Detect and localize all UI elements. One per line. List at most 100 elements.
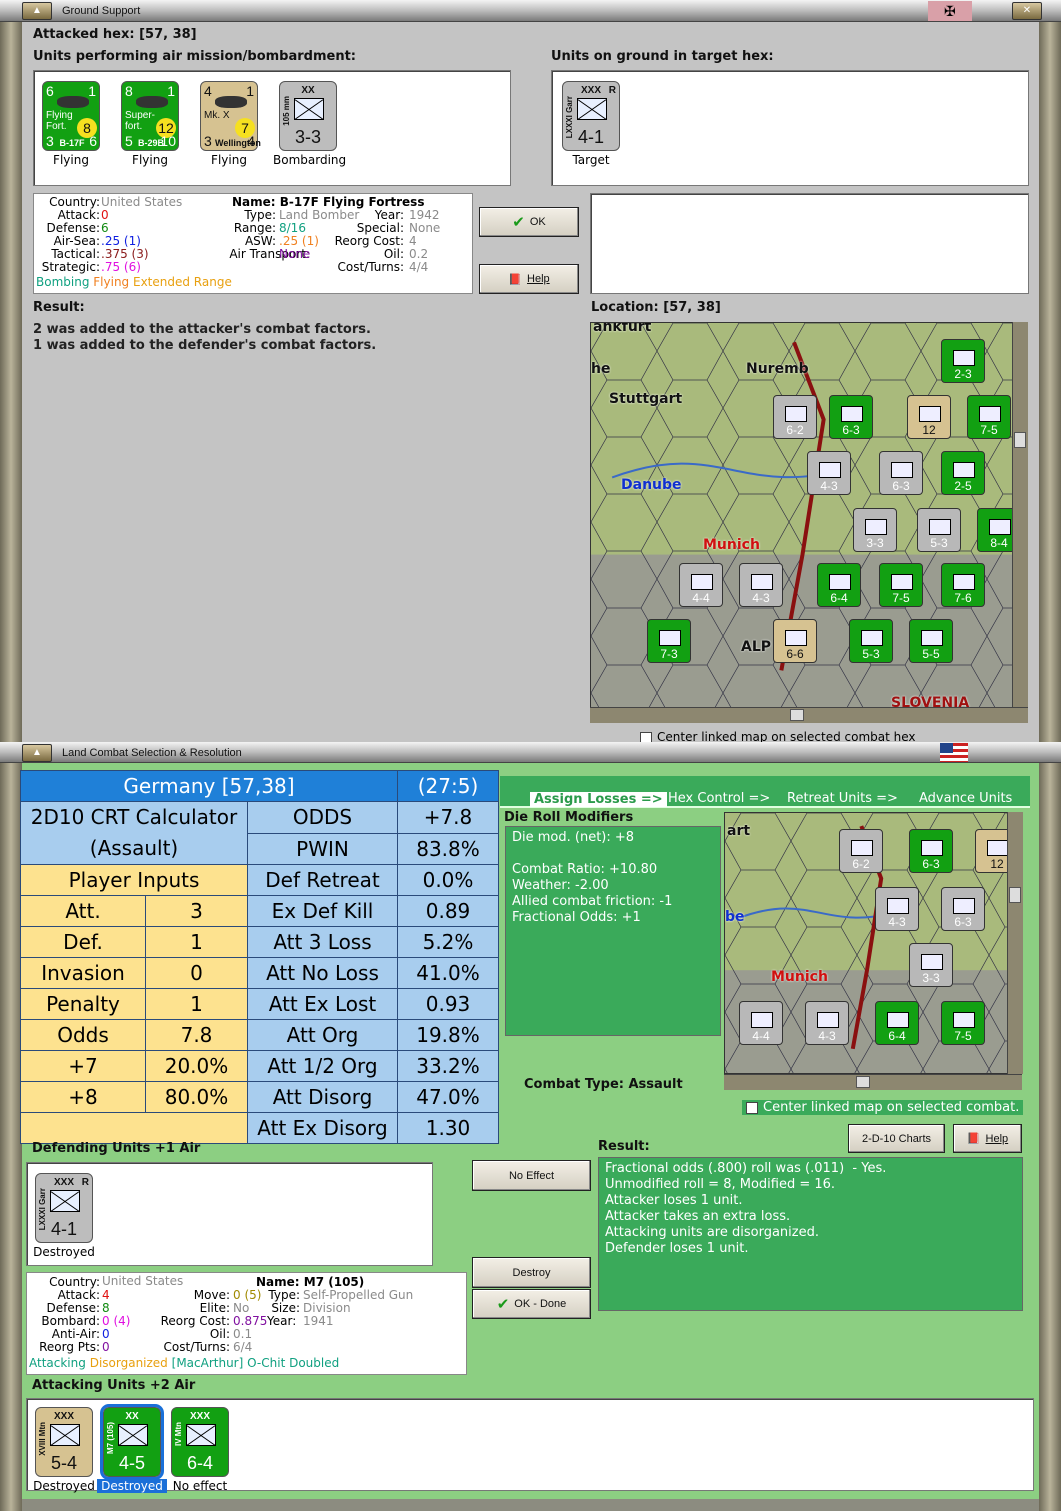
map-unit-counter[interactable]: 4-3 <box>875 887 919 931</box>
unit-counter[interactable]: XX M7 (105) 4-5 <box>100 1404 164 1480</box>
map-unit-counter[interactable]: 6-3 <box>909 829 953 873</box>
air-units-label: Units performing air mission/bombardment… <box>33 49 357 64</box>
land-combat-titlebar[interactable]: ▲ Land Combat Selection & Resolution <box>0 742 1061 763</box>
tab-advance-units[interactable]: Advance Units <box>919 791 1012 806</box>
crt-calculator: Germany [57,38] (27:5) 2D10 CRT Calculato… <box>20 770 499 1144</box>
result-text: 2 was added to the attacker's combat fac… <box>33 322 377 353</box>
map-unit-counter[interactable]: 4-3 <box>739 563 783 607</box>
message-box <box>590 193 1029 294</box>
map-horizontal-scrollbar[interactable] <box>590 707 1028 723</box>
map-unit-counter[interactable]: 2-3 <box>941 339 985 383</box>
map-vertical-scrollbar[interactable] <box>1012 322 1028 708</box>
map-unit-counter[interactable]: 7-5 <box>967 395 1011 439</box>
unit-counter[interactable]: 41 Mk. X 7 3 Wellington 4 <box>200 81 261 151</box>
map-unit-counter[interactable]: 8-4 <box>977 508 1012 552</box>
map-unit-counter[interactable]: 5-3 <box>917 508 961 552</box>
attacked-hex: Attacked hex: [57, 38] <box>33 27 197 42</box>
ground-support-titlebar[interactable]: ▲ Ground Support ✠ ✕ <box>0 0 1061 22</box>
map-unit-counter[interactable]: 4-4 <box>679 563 723 607</box>
unit-status: Flying <box>53 153 89 167</box>
drm-label: Die Roll Modifiers <box>504 810 634 825</box>
window-title: Ground Support <box>62 5 141 17</box>
map-unit-counter[interactable]: 6-3 <box>829 395 873 439</box>
mini-map[interactable]: art be Munich 6-2 6-3 12 4-3 6-3 3-3 4-4 4-3 6-4 7-5 <box>724 812 1008 1074</box>
ok-button[interactable]: ✔ OK <box>479 207 579 237</box>
tab-retreat-units[interactable]: Retreat Units => <box>787 791 898 806</box>
unit-type-icon <box>118 1424 148 1446</box>
map-unit-counter[interactable]: 4-4 <box>739 1001 783 1045</box>
mini-map-hscroll[interactable] <box>724 1074 1022 1090</box>
attacking-units-list: XXX XVIII Mtn 5-4 Destroyed XX M7 (105) 4-5 Des… <box>26 1398 1034 1493</box>
unit-status: Destroyed <box>97 1479 167 1493</box>
map-unit-counter[interactable]: 7-5 <box>879 563 923 607</box>
map-unit-counter[interactable]: 6-3 <box>879 451 923 495</box>
unit-type-icon <box>186 1424 216 1446</box>
close-button[interactable]: ✕ <box>1012 2 1042 20</box>
checkmark-icon: ✔ <box>512 214 525 231</box>
unit-info-panel-2: Country: United States Attack: 4 Defense: 8… <box>26 1272 467 1375</box>
map-unit-counter[interactable]: 6-4 <box>875 1001 919 1045</box>
mini-map-vscroll[interactable] <box>1007 812 1023 1074</box>
unit-counter[interactable]: XXX XVIII Mtn 5-4 <box>35 1407 93 1477</box>
destroy-button[interactable]: Destroy <box>472 1257 591 1288</box>
minimize-button[interactable]: ▲ <box>22 2 52 20</box>
unit-counter[interactable]: XX 105 mm 3-3 <box>279 81 337 151</box>
unit-counter[interactable]: 61 Flying Fort. 8 3 B-17F 6 <box>42 81 100 151</box>
result-label-2: Result: <box>598 1139 650 1154</box>
map-place-label: art <box>727 823 751 839</box>
map-place-label: Danube <box>621 477 682 493</box>
window-frame-left <box>0 22 22 1511</box>
map-unit-counter[interactable]: 6-6 <box>773 619 817 663</box>
map-unit-counter[interactable]: 7-3 <box>647 619 691 663</box>
aircraft-icon <box>136 96 168 108</box>
defending-units-label: Defending Units +1 Air <box>32 1141 201 1156</box>
unit-status: Bombarding <box>273 153 347 167</box>
center-combat-checkbox[interactable]: Center linked map on selected combat. <box>742 1100 1024 1115</box>
map-unit-counter[interactable]: 12 <box>907 395 951 439</box>
window-frame-right <box>1039 22 1061 1511</box>
help-button[interactable]: 📕 Help <box>479 264 579 294</box>
linked-map[interactable]: Nuremb Stuttgart Danube Munich ALP SLOVENIA an… <box>590 322 1013 708</box>
unit-status: Target <box>572 153 610 167</box>
ok-done-button[interactable]: ✔ OK - Done <box>472 1289 591 1319</box>
map-unit-counter[interactable]: 7-6 <box>941 563 985 607</box>
combat-phase-tabs: Assign Losses => Hex Control => Retreat … <box>500 776 1030 808</box>
unit-counter[interactable]: XXX IV Mtn 6-4 <box>171 1407 229 1477</box>
map-unit-counter[interactable]: 3-3 <box>909 943 953 987</box>
map-unit-counter[interactable]: 2-5 <box>941 451 985 495</box>
minimize-button[interactable]: ▲ <box>22 744 52 762</box>
map-place-label: ALP <box>741 639 772 655</box>
ground-units-list: XXX R LXXXI Garr 4-1 Target <box>551 70 1029 186</box>
map-unit-counter[interactable]: 12 <box>975 829 1007 873</box>
help-button-2[interactable]: 📕 Help <box>953 1124 1022 1153</box>
map-unit-counter[interactable]: 4-3 <box>807 451 851 495</box>
map-unit-counter[interactable]: 4-3 <box>805 1001 849 1045</box>
aircraft-icon <box>57 96 89 108</box>
defending-units-list: XXX R LXXXI Garr 4-1 Destroyed <box>26 1162 433 1266</box>
map-unit-counter[interactable]: 5-3 <box>849 619 893 663</box>
tab-assign-losses[interactable]: Assign Losses => <box>530 792 667 807</box>
map-unit-counter[interactable]: 6-2 <box>839 829 883 873</box>
unit-status: Destroyed <box>33 1245 95 1259</box>
unit-counter[interactable]: XXX R LXXXI Garr 4-1 <box>562 81 620 151</box>
map-place-label: Munich <box>703 537 760 553</box>
aircraft-icon <box>215 96 247 108</box>
unit-type-icon <box>577 98 607 120</box>
no-effect-button[interactable]: No Effect <box>472 1160 591 1191</box>
tab-hex-control[interactable]: Hex Control => <box>668 791 770 806</box>
unit-status: Flying <box>211 153 247 167</box>
help-book-icon: 📕 <box>508 273 523 286</box>
unit-counter[interactable]: XXX R LXXXI Garr 4-1 <box>35 1173 93 1243</box>
unit-status: No effect <box>172 1479 228 1493</box>
map-place-label: he <box>591 361 611 377</box>
map-unit-counter[interactable]: 3-3 <box>853 508 897 552</box>
checkmark-icon: ✔ <box>496 1296 510 1313</box>
unit-counter[interactable]: 81 Super-fort. 12 5 B-29B 10 <box>121 81 179 151</box>
unit-type-icon <box>294 98 324 120</box>
map-unit-counter[interactable]: 5-5 <box>909 619 953 663</box>
map-unit-counter[interactable]: 6-2 <box>773 395 817 439</box>
map-unit-counter[interactable]: 6-3 <box>941 887 985 931</box>
map-unit-counter[interactable]: 7-5 <box>941 1001 985 1045</box>
crt-charts-button[interactable]: 2-D-10 Charts <box>848 1124 945 1153</box>
map-unit-counter[interactable]: 6-4 <box>817 563 861 607</box>
